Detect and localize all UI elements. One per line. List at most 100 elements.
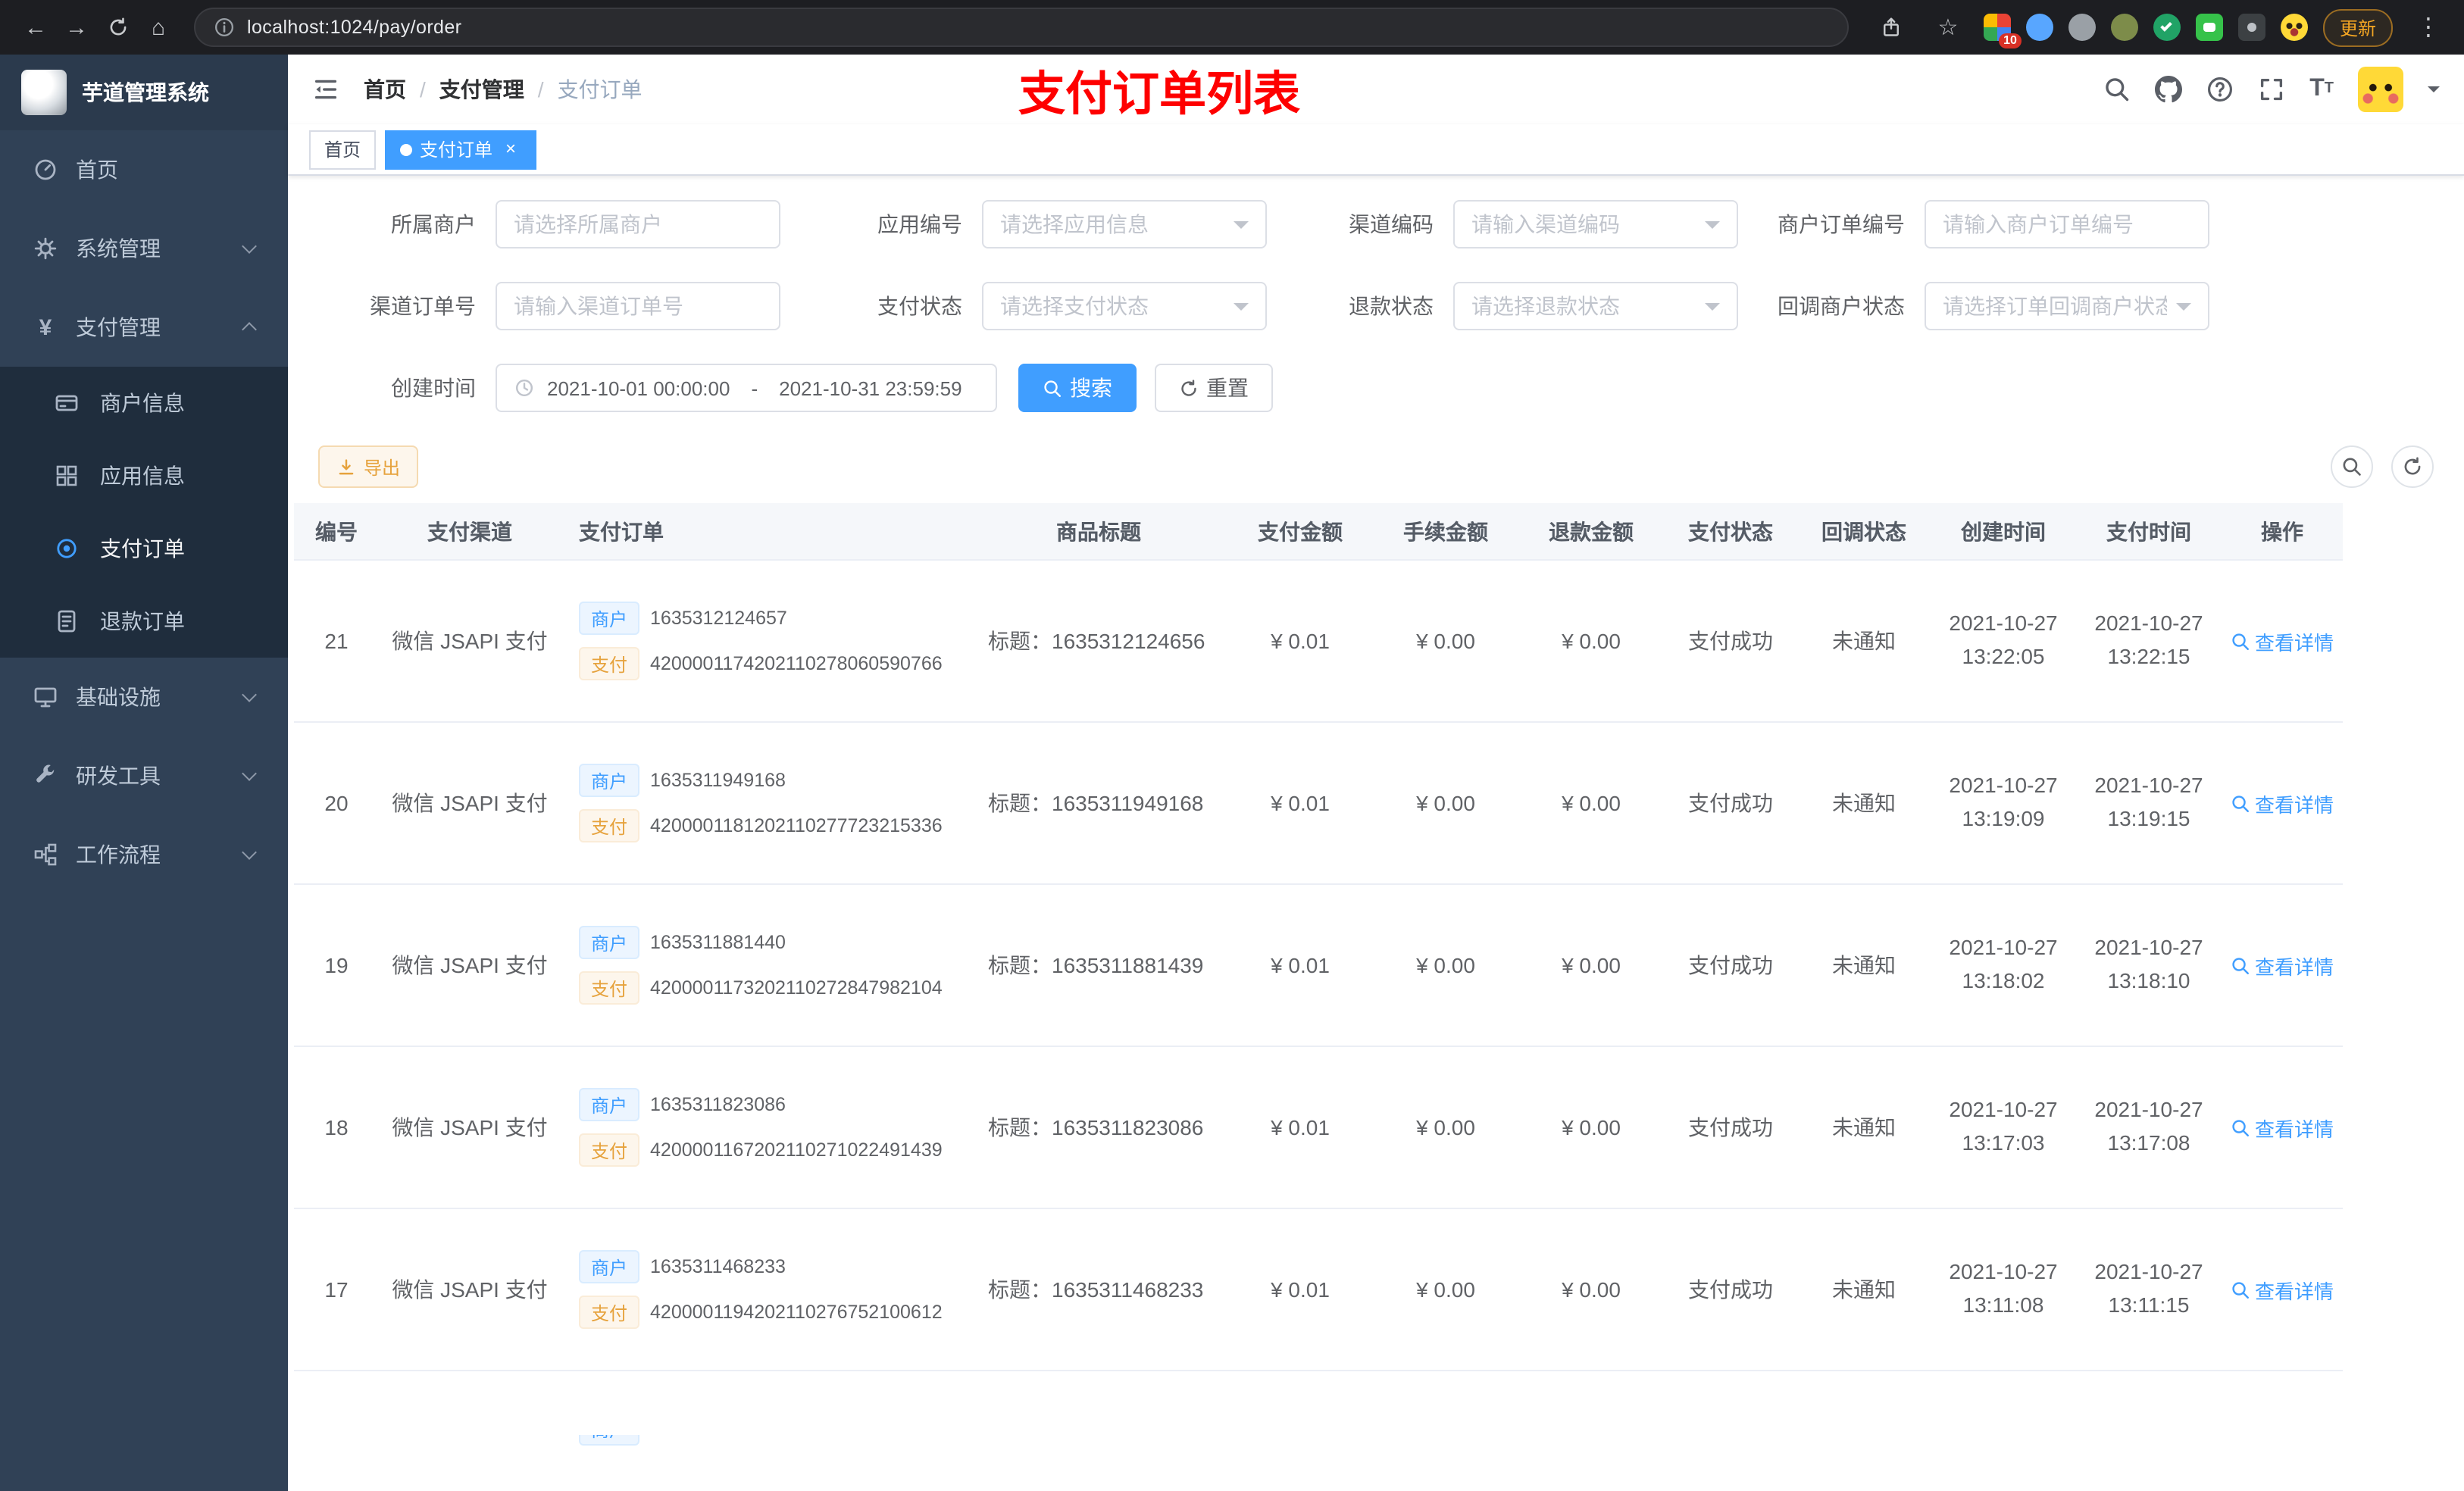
sidebar-item-pay-order[interactable]: 支付订单	[0, 512, 288, 585]
sidebar-item-system[interactable]: 系统管理	[0, 209, 288, 288]
filter-label-pay-status: 支付状态	[877, 294, 962, 318]
col-create-time: 创建时间	[1961, 519, 2046, 543]
extension-chat-icon[interactable]	[2195, 14, 2223, 41]
avatar-caret-down-icon[interactable]	[2428, 86, 2440, 98]
tags-view-bar: 首页 支付订单 ×	[288, 124, 2464, 176]
merchant-select-input[interactable]	[496, 200, 780, 248]
col-pay-order: 支付订单	[579, 519, 664, 543]
emoji-extension-icon[interactable]	[2280, 14, 2308, 41]
share-icon[interactable]	[1871, 7, 1912, 48]
channel-order-no-input[interactable]	[496, 282, 780, 330]
chevron-down-icon	[2176, 302, 2191, 317]
chevron-up-icon	[242, 322, 257, 337]
sidebar-item-refund-order[interactable]: 退款订单	[0, 585, 288, 658]
create-time-range-picker[interactable]: 2021-10-01 00:00:00 - 2021-10-31 23:59:5…	[496, 364, 997, 412]
col-refund: 退款金额	[1549, 519, 1634, 543]
chevron-down-icon	[1234, 220, 1249, 236]
tab-pay-order[interactable]: 支付订单 ×	[385, 130, 537, 169]
extension-blue-icon[interactable]	[2025, 14, 2053, 41]
grid-icon	[55, 464, 79, 488]
breadcrumb-home[interactable]: 首页	[364, 74, 406, 105]
merchant-tag: 商户	[579, 1088, 640, 1121]
font-size-icon[interactable]: TT	[2309, 77, 2334, 102]
gear-icon	[33, 236, 58, 261]
site-info-icon[interactable]	[214, 17, 235, 38]
merchant-tag: 商户	[579, 1435, 640, 1446]
browser-reload-button[interactable]	[97, 7, 138, 48]
view-detail-link[interactable]: 查看详情	[2231, 951, 2334, 980]
filter-label-app-no: 应用编号	[877, 212, 962, 236]
toggle-search-icon-button[interactable]	[2331, 445, 2373, 488]
sidebar-item-app-info[interactable]: 应用信息	[0, 439, 288, 512]
filter-label-refund-status: 退款状态	[1349, 294, 1434, 318]
orders-table: 编号 支付渠道 支付订单 商品标题 支付金额 手续金额 退款金额 支付状态 回调…	[294, 503, 2343, 1491]
help-icon[interactable]	[2206, 76, 2234, 103]
view-detail-link[interactable]: 查看详情	[2231, 789, 2334, 817]
pin-extension-icon[interactable]	[2237, 14, 2265, 41]
bookmark-star-icon[interactable]: ☆	[1928, 7, 1968, 48]
fullscreen-icon[interactable]	[2258, 76, 2285, 103]
page-title-annotation: 支付订单列表	[1018, 67, 1300, 120]
sidebar-item-workflow[interactable]: 工作流程	[0, 815, 288, 894]
pay-tag: 支付	[579, 647, 640, 680]
notify-status-select[interactable]: 请选择订单回调商户状态	[1925, 282, 2209, 330]
col-id: 编号	[315, 519, 358, 543]
breadcrumb-pay-management[interactable]: 支付管理	[439, 74, 524, 105]
app-info-select[interactable]: 请选择应用信息	[982, 200, 1267, 248]
pay-status-select[interactable]: 请选择支付状态	[982, 282, 1267, 330]
browser-home-button[interactable]: ⌂	[138, 7, 179, 48]
extension-green-icon[interactable]	[2153, 14, 2181, 41]
export-button[interactable]: 导出	[318, 445, 419, 488]
merchant-order-no-input[interactable]	[1925, 200, 2209, 248]
search-button[interactable]: 搜索	[1018, 364, 1137, 412]
reset-button[interactable]: 重置	[1155, 364, 1273, 412]
github-icon[interactable]	[2155, 76, 2182, 103]
refresh-table-icon-button[interactable]	[2391, 445, 2434, 488]
browser-update-button[interactable]: 更新	[2322, 8, 2393, 46]
sidebar-item-payment[interactable]: ¥ 支付管理	[0, 288, 288, 367]
extension-olive-icon[interactable]	[2110, 14, 2138, 41]
sidebar-item-home[interactable]: 首页	[0, 130, 288, 209]
browser-menu-icon[interactable]: ⋮	[2408, 7, 2449, 48]
sidebar-item-dev-tools[interactable]: 研发工具	[0, 736, 288, 815]
search-icon[interactable]	[2103, 76, 2131, 103]
extensions-puzzle-icon[interactable]: 10	[1983, 14, 2022, 48]
table-row: 21 微信 JSAPI 支付 商户 1635312124657 支付 4200001…	[294, 561, 2343, 723]
url-bar[interactable]: localhost:1024/pay/order	[194, 8, 1849, 47]
app-title: 芋道管理系统	[82, 80, 209, 105]
sidebar-fold-icon[interactable]	[312, 76, 339, 103]
chevron-down-icon	[1234, 302, 1249, 317]
browser-back-button[interactable]: ←	[15, 7, 56, 48]
channel-code-select[interactable]: 请输入渠道编码	[1453, 200, 1738, 248]
col-channel: 支付渠道	[427, 519, 512, 543]
refund-status-select[interactable]: 请选择退款状态	[1453, 282, 1738, 330]
extension-grey-icon[interactable]	[2068, 14, 2096, 41]
tab-home[interactable]: 首页	[309, 130, 377, 169]
table-row-partial: 商户163531185786	[294, 1371, 2343, 1491]
app-logo-row: 芋道管理系统	[0, 55, 288, 130]
close-icon[interactable]: ×	[500, 138, 521, 160]
table-row: 17 微信 JSAPI 支付 商户 1635311468233 支付 4200001…	[294, 1209, 2343, 1371]
cell-pay-order: 商户 1635311823086 支付 4200001167202110271022…	[561, 1088, 970, 1167]
url-text: localhost:1024/pay/order	[247, 17, 462, 38]
col-fee: 手续金额	[1403, 519, 1488, 543]
clock-icon	[514, 377, 535, 399]
cell-pay-order: 商户 1635311881440 支付 4200001173202110272847…	[561, 926, 970, 1005]
merchant-tag: 商户	[579, 602, 640, 635]
browser-forward-button[interactable]: →	[56, 7, 97, 48]
merchant-tag: 商户	[579, 1250, 640, 1283]
table-row: 19 微信 JSAPI 支付 商户 1635311881440 支付 4200001…	[294, 885, 2343, 1047]
view-detail-link[interactable]: 查看详情	[2231, 627, 2334, 655]
wrench-icon	[33, 764, 58, 788]
workflow-icon	[33, 842, 58, 867]
view-detail-link[interactable]: 查看详情	[2231, 1275, 2334, 1304]
payment-submenu: 商户信息 应用信息 支付订单 退款订单	[0, 367, 288, 658]
extension-badge: 10	[1999, 33, 2022, 48]
sidebar-item-merchant-info[interactable]: 商户信息	[0, 367, 288, 439]
sidebar-item-infrastructure[interactable]: 基础设施	[0, 658, 288, 736]
range-start: 2021-10-01 00:00:00	[547, 377, 730, 399]
user-avatar[interactable]	[2358, 67, 2403, 112]
view-detail-link[interactable]: 查看详情	[2231, 1113, 2334, 1142]
range-end: 2021-10-31 23:59:59	[779, 377, 962, 399]
filter-label-merchant: 所属商户	[391, 212, 476, 236]
